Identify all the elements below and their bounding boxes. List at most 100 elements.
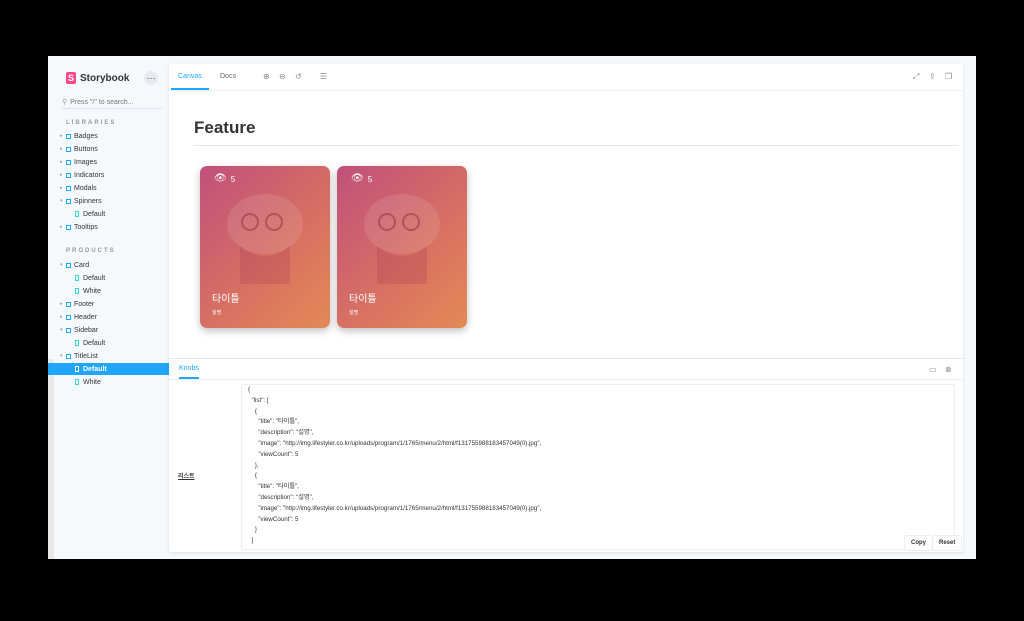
view-count-value: 5 <box>367 174 373 184</box>
zoom-in-icon[interactable]: ⊕ <box>263 72 270 81</box>
sidebar-item-label: White <box>83 378 101 386</box>
search-input[interactable] <box>70 98 161 106</box>
folder-icon <box>66 314 71 320</box>
card-title: 타이틀 <box>349 294 377 305</box>
ellipsis-icon: ··· <box>146 73 156 83</box>
section-libraries: LIBRARIES <box>66 120 117 126</box>
eye-icon: 👁 <box>214 173 227 184</box>
sidebar-item-label: Badges <box>74 132 98 140</box>
sidebar-item-titlelist-default[interactable]: Default <box>48 363 170 375</box>
sidebar-item-header[interactable]: ▸ Header <box>60 311 166 323</box>
sidebar-item-label: Sidebar <box>74 326 99 334</box>
logo-text: Storybook <box>80 72 130 84</box>
sidebar-menu-button[interactable]: ··· <box>144 71 158 85</box>
sidebar-item-label: Modals <box>74 184 97 192</box>
card-title: 타이틀 <box>212 294 240 305</box>
tab-docs[interactable]: Docs <box>220 64 236 88</box>
feature-card[interactable]: 👁 5 타이틀 설명 <box>337 166 467 328</box>
fullscreen-icon[interactable]: ⤢ <box>913 72 919 82</box>
copy-button[interactable]: Copy <box>905 536 932 550</box>
reset-button[interactable]: Reset <box>933 536 962 550</box>
sidebar-item-indicators[interactable]: ▸ Indicators <box>60 169 166 181</box>
folder-icon <box>66 224 71 230</box>
tab-knobs[interactable]: Knobs <box>179 359 199 379</box>
sidebar-item-badges[interactable]: ▸ Badges <box>60 130 166 142</box>
copy-icon[interactable]: ❐ <box>945 72 952 81</box>
sidebar-item-card[interactable]: ▾ Card <box>60 259 166 271</box>
sidebar-item-label: Spinners <box>74 197 102 205</box>
logo[interactable]: S Storybook <box>66 72 129 84</box>
sidebar-item-label: Images <box>74 158 97 166</box>
folder-icon <box>66 172 71 178</box>
sidebar-item-titlelist[interactable]: ▾ TitleList <box>60 350 166 362</box>
folder-icon <box>66 159 71 165</box>
close-icon[interactable]: ⊗ <box>945 365 952 374</box>
folder-icon <box>66 301 71 307</box>
sidebar-item-label: Card <box>74 261 90 269</box>
sidebar-item-sidebar[interactable]: ▾ Sidebar <box>60 324 166 336</box>
view-count: 👁 5 <box>351 174 372 184</box>
sidebar-item-titlelist-white[interactable]: White <box>75 376 166 388</box>
folder-icon <box>66 353 71 359</box>
share-icon[interactable]: ⇪ <box>929 72 936 81</box>
card-description: 설명 <box>212 310 222 316</box>
story-icon <box>75 366 79 372</box>
addons-panel: Knobs ▭ ⊗ 리스트 Copy Reset <box>169 358 963 553</box>
sidebar-item-label: Buttons <box>74 145 98 153</box>
toolbar: Canvas Docs ⊕ ⊖ ↺ ☰ ⤢ ⇪ ❐ <box>169 64 963 91</box>
folder-icon <box>66 185 71 191</box>
search-box: ⚲ <box>62 96 162 109</box>
sidebar-item-buttons[interactable]: ▸ Buttons <box>60 143 166 155</box>
folder-icon <box>66 198 71 204</box>
title-divider <box>194 145 958 146</box>
eye-icon: 👁 <box>351 173 364 184</box>
sidebar-item-modals[interactable]: ▸ Modals <box>60 182 166 194</box>
story-icon <box>75 340 79 346</box>
sidebar-item-sidebar-default[interactable]: Default <box>75 337 166 349</box>
sidebar-item-tooltips[interactable]: ▸ Tooltips <box>60 221 166 233</box>
window-scrollbar[interactable] <box>48 359 54 559</box>
grid-icon[interactable]: ☰ <box>320 72 327 81</box>
folder-icon <box>66 133 71 139</box>
zoom-out-icon[interactable]: ⊖ <box>279 72 286 81</box>
sidebar-item-images[interactable]: ▸ Images <box>60 156 166 168</box>
tab-canvas[interactable]: Canvas <box>171 64 209 90</box>
view-count: 👁 5 <box>214 174 235 184</box>
sidebar-item-card-default[interactable]: Default <box>75 272 166 284</box>
story-icon <box>75 379 79 385</box>
storybook-logo-icon: S <box>66 72 76 84</box>
sidebar-item-label: Default <box>83 365 107 373</box>
sidebar-item-label: Default <box>83 339 106 347</box>
character-image <box>364 194 440 284</box>
knob-json-editor[interactable] <box>242 385 948 549</box>
zoom-reset-icon[interactable]: ↺ <box>295 72 302 81</box>
main-panel: Canvas Docs ⊕ ⊖ ↺ ☰ ⤢ ⇪ ❐ Feature 👁 5 타이틀 <box>169 64 963 552</box>
view-count-value: 5 <box>230 174 236 184</box>
sidebar: S Storybook ··· ⚲ LIBRARIES ▸Badges ▸But… <box>48 66 170 556</box>
card-description: 설명 <box>349 310 359 316</box>
story-icon <box>75 288 79 294</box>
folder-icon <box>66 327 71 333</box>
knob-object-field <box>241 384 955 550</box>
sidebar-item-label: White <box>83 287 101 295</box>
storybook-window: S Storybook ··· ⚲ LIBRARIES ▸Badges ▸But… <box>48 56 976 559</box>
sidebar-item-label: Indicators <box>74 171 105 179</box>
sidebar-item-spinners-default[interactable]: Default <box>75 208 166 220</box>
sidebar-item-label: Default <box>83 274 106 282</box>
sidebar-item-label: Default <box>83 210 106 218</box>
section-products: PRODUCTS <box>66 248 116 254</box>
sidebar-item-card-white[interactable]: White <box>75 285 166 297</box>
story-icon <box>75 211 79 217</box>
sidebar-item-label: Header <box>74 313 97 321</box>
panel-position-icon[interactable]: ▭ <box>929 365 937 374</box>
search-icon: ⚲ <box>62 99 68 106</box>
feature-card[interactable]: 👁 5 타이틀 설명 <box>200 166 330 328</box>
page-title: Feature <box>194 118 256 137</box>
folder-icon <box>66 146 71 152</box>
sidebar-item-spinners[interactable]: ▾ Spinners <box>60 195 166 207</box>
story-icon <box>75 275 79 281</box>
sidebar-item-label: Tooltips <box>74 223 98 231</box>
sidebar-item-label: Footer <box>74 300 95 308</box>
sidebar-item-footer[interactable]: ▸ Footer <box>60 298 166 310</box>
canvas-preview: Feature 👁 5 타이틀 설명 👁 5 타이틀 설명 <box>169 90 963 358</box>
